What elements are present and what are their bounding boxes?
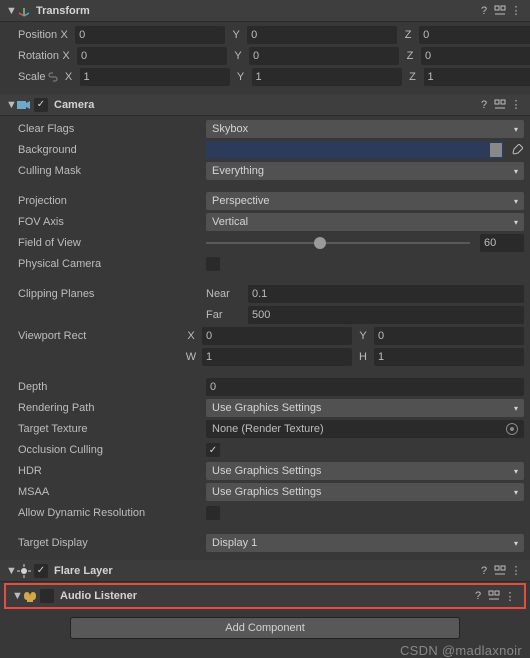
target-display-select[interactable]: Display 1▾	[206, 534, 524, 552]
depth-label: Depth	[6, 381, 206, 393]
camera-content: Clear Flags Skybox▾ Background Culling M…	[0, 116, 530, 560]
camera-icon	[16, 97, 32, 113]
rotation-label: Rotation	[6, 50, 59, 62]
scale-x-field[interactable]	[80, 68, 230, 86]
eyedropper-icon[interactable]	[510, 143, 524, 157]
preset-icon[interactable]	[492, 3, 508, 19]
allow-dynamic-res-label: Allow Dynamic Resolution	[6, 507, 206, 519]
occlusion-culling-label: Occlusion Culling	[6, 444, 206, 456]
background-color-field[interactable]	[206, 141, 504, 159]
projection-select[interactable]: Perspective▾	[206, 192, 524, 210]
far-field[interactable]	[248, 306, 524, 324]
near-label: Near	[206, 288, 244, 300]
preset-icon[interactable]	[492, 97, 508, 113]
fov-axis-select[interactable]: Vertical▾	[206, 213, 524, 231]
camera-title: Camera	[54, 99, 94, 111]
target-display-label: Target Display	[6, 537, 206, 549]
viewport-x-field[interactable]	[202, 327, 352, 345]
rotation-z-field[interactable]	[421, 47, 530, 65]
audio-listener-icon	[22, 588, 38, 604]
physical-camera-label: Physical Camera	[6, 258, 206, 270]
menu-icon[interactable]: ⋮	[508, 563, 524, 579]
help-icon[interactable]: ?	[476, 563, 492, 579]
fov-label: Field of View	[6, 237, 206, 249]
viewport-w-field[interactable]	[202, 348, 352, 366]
foldout-icon[interactable]: ▼	[6, 5, 16, 17]
clear-flags-select[interactable]: Skybox▾	[206, 120, 524, 138]
projection-label: Projection	[6, 195, 206, 207]
audio-listener-title: Audio Listener	[60, 590, 137, 602]
add-component-button[interactable]: Add Component	[70, 617, 460, 639]
foldout-icon[interactable]: ▼	[6, 99, 16, 111]
menu-icon[interactable]: ⋮	[502, 588, 518, 604]
scale-z-field[interactable]	[424, 68, 530, 86]
near-field[interactable]	[248, 285, 524, 303]
msaa-label: MSAA	[6, 486, 206, 498]
occlusion-culling-checkbox[interactable]	[206, 443, 220, 457]
menu-icon[interactable]: ⋮	[508, 3, 524, 19]
position-label: Position	[6, 29, 57, 41]
clipping-planes-label: Clipping Planes	[6, 288, 206, 300]
position-y-field[interactable]	[247, 26, 397, 44]
scale-label: Scale	[18, 71, 46, 83]
transform-header[interactable]: ▼ Transform ? ⋮	[0, 0, 530, 22]
target-texture-label: Target Texture	[6, 423, 206, 435]
menu-icon[interactable]: ⋮	[508, 97, 524, 113]
preset-icon[interactable]	[492, 563, 508, 579]
hdr-select[interactable]: Use Graphics Settings▾	[206, 462, 524, 480]
physical-camera-checkbox[interactable]	[206, 257, 220, 271]
help-icon[interactable]: ?	[476, 97, 492, 113]
rotation-x-field[interactable]	[77, 47, 227, 65]
watermark: CSDN @madlaxnoir	[400, 643, 522, 658]
flare-layer-enabled-checkbox[interactable]	[34, 564, 48, 578]
scale-y-field[interactable]	[252, 68, 402, 86]
fov-slider[interactable]	[206, 234, 470, 252]
preset-icon[interactable]	[486, 588, 502, 604]
help-icon[interactable]: ?	[470, 588, 486, 604]
target-texture-field[interactable]: None (Render Texture)	[206, 420, 524, 438]
camera-header[interactable]: ▼ Camera ? ⋮	[0, 94, 530, 116]
rendering-path-label: Rendering Path	[6, 402, 206, 414]
link-scale-icon[interactable]	[46, 71, 60, 83]
camera-enabled-checkbox[interactable]	[34, 98, 48, 112]
background-label: Background	[6, 144, 206, 156]
transform-icon	[16, 3, 32, 19]
flare-layer-title: Flare Layer	[54, 565, 113, 577]
rotation-y-field[interactable]	[249, 47, 399, 65]
flare-layer-icon	[16, 563, 32, 579]
depth-field[interactable]	[206, 378, 524, 396]
clear-flags-label: Clear Flags	[6, 123, 206, 135]
position-x-field[interactable]	[75, 26, 225, 44]
fov-axis-label: FOV Axis	[6, 216, 206, 228]
audio-listener-highlight: ▼ Audio Listener ? ⋮	[4, 583, 526, 609]
viewport-y-field[interactable]	[374, 327, 524, 345]
viewport-rect-label: Viewport Rect	[6, 330, 184, 342]
flare-layer-header[interactable]: ▼ Flare Layer ? ⋮	[0, 560, 530, 582]
help-icon[interactable]: ?	[476, 3, 492, 19]
rendering-path-select[interactable]: Use Graphics Settings▾	[206, 399, 524, 417]
position-z-field[interactable]	[419, 26, 530, 44]
foldout-icon[interactable]: ▼	[6, 565, 16, 577]
far-label: Far	[206, 309, 244, 321]
viewport-h-field[interactable]	[374, 348, 524, 366]
foldout-icon[interactable]: ▼	[12, 590, 22, 602]
transform-title: Transform	[36, 5, 90, 17]
culling-mask-select[interactable]: Everything▾	[206, 162, 524, 180]
hdr-label: HDR	[6, 465, 206, 477]
msaa-select[interactable]: Use Graphics Settings▾	[206, 483, 524, 501]
allow-dynamic-res-checkbox[interactable]	[206, 506, 220, 520]
audio-listener-header[interactable]: ▼ Audio Listener ? ⋮	[6, 585, 524, 607]
culling-mask-label: Culling Mask	[6, 165, 206, 177]
fov-field[interactable]	[480, 234, 524, 252]
audio-listener-enabled-checkbox[interactable]	[40, 589, 54, 603]
transform-content: Position X Y Z Rotation X Y Z Scale X Y	[0, 22, 530, 94]
